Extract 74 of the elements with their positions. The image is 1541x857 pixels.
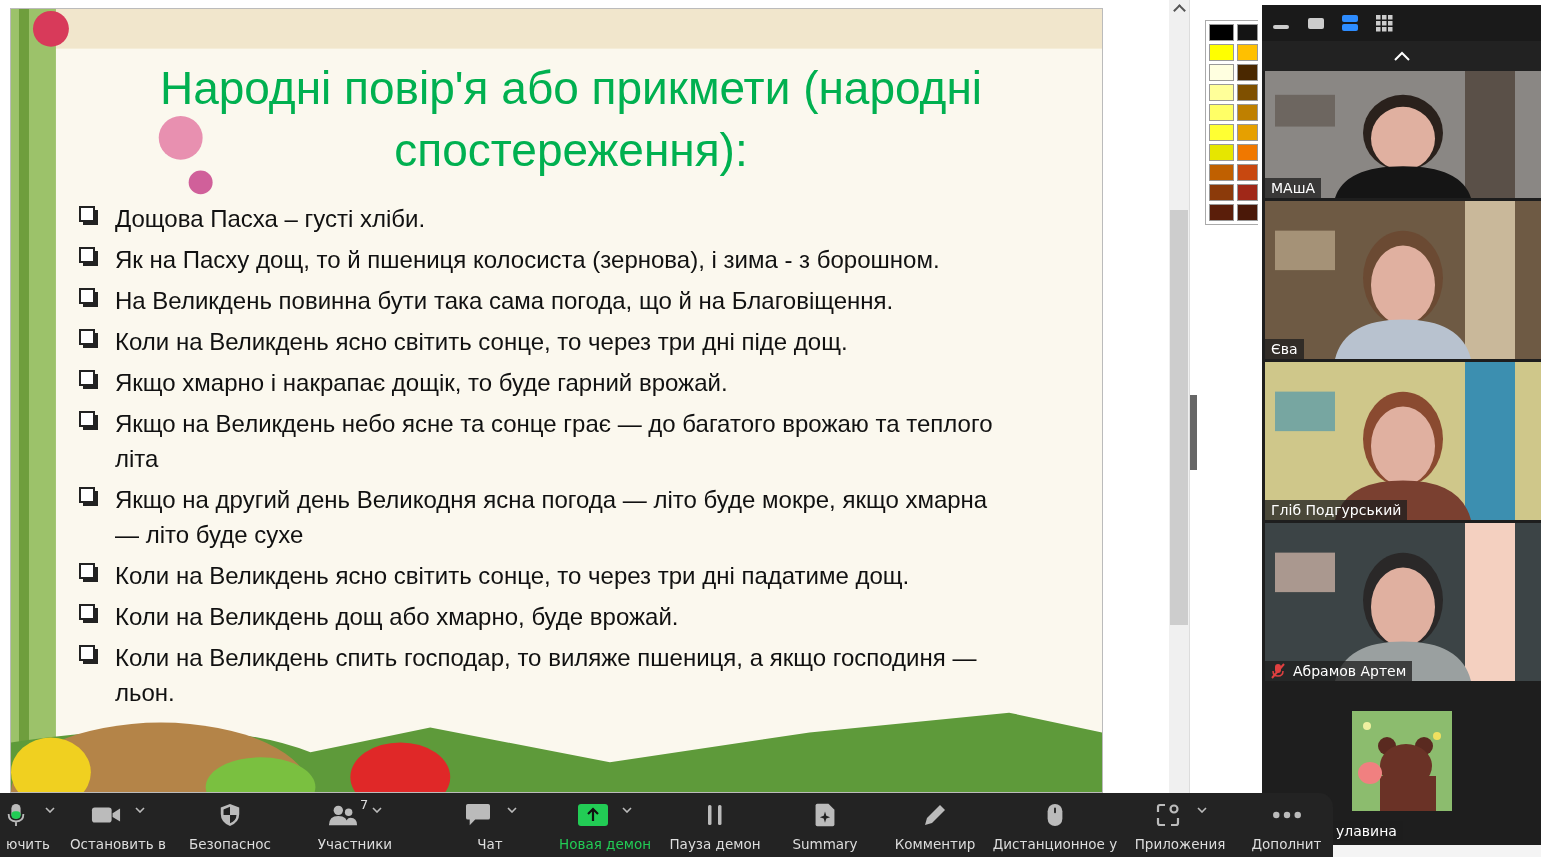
checkbox-bullet-icon [79, 370, 99, 390]
checkbox-bullet-icon [79, 329, 99, 349]
caret-icon[interactable] [135, 807, 145, 813]
color-swatch[interactable] [1209, 204, 1234, 221]
checkbox-bullet-icon [79, 563, 99, 583]
color-swatch[interactable] [1237, 24, 1258, 41]
color-swatch[interactable] [1237, 124, 1258, 141]
participant-name: Гліб Подгурський [1271, 502, 1402, 518]
participant-name: Єва [1271, 341, 1298, 357]
caret-icon[interactable] [1197, 807, 1207, 813]
chat-bubble-icon [463, 803, 493, 827]
color-swatch[interactable] [1209, 124, 1234, 141]
toolbar-button[interactable]: Безопаснос [180, 793, 280, 857]
toolbar-button[interactable]: Остановить в [56, 793, 180, 857]
checkbox-bullet-icon [79, 411, 99, 431]
scrollbar[interactable] [1169, 0, 1189, 793]
checkbox-bullet-icon [79, 247, 99, 267]
checkbox-bullet-icon [79, 487, 99, 507]
bullet-text: Коли на Великдень спить господар, то виляже пшениця, а якщо господиня — льон. [115, 643, 978, 708]
checkbox-bullet-icon [79, 604, 99, 624]
people-icon [328, 803, 358, 827]
bullet-text: Якщо на другий день Великодня ясна погода — літо буде мокре, якщо хмарна — літо буде сухе [115, 485, 989, 550]
color-swatch[interactable] [1209, 164, 1234, 181]
color-swatch[interactable] [1237, 64, 1258, 81]
color-swatch[interactable] [1237, 144, 1258, 161]
caret-icon[interactable] [45, 807, 55, 813]
participant-name: МАшА [1271, 180, 1316, 196]
color-swatch[interactable] [1237, 84, 1258, 101]
checkbox-bullet-icon [79, 206, 99, 226]
bullet-text: Дощова Пасха – густі хліби. [115, 204, 426, 234]
toolbar-button[interactable]: Комментир [880, 793, 990, 857]
toolbar-button[interactable]: Новая демон [550, 793, 660, 857]
bullet-text: Коли на Великдень ясно світить сонце, то через три дні піде дощ. [115, 327, 848, 357]
toolbar-button[interactable]: Дистанционное у [990, 793, 1120, 857]
chevron-up-icon[interactable] [1393, 51, 1410, 61]
participant-count: 7 [360, 797, 369, 812]
grid-view-icon[interactable] [1374, 13, 1394, 33]
toolbar-button[interactable]: Пауза демон [660, 793, 770, 857]
share-screen-icon [578, 804, 608, 826]
toolbar-button[interactable]: Summary [770, 793, 880, 857]
caret-icon[interactable] [372, 807, 382, 813]
toolbar-button[interactable]: 7 Участники [280, 793, 430, 857]
color-swatch[interactable] [1209, 144, 1234, 161]
bullet-text: Коли на Великдень дощ або хмарно, буде врожай. [115, 602, 679, 632]
bullet-text: На Великдень повинна бути така сама погода, що й на Благовіщення. [115, 286, 894, 316]
toolbar-button[interactable]: ючить [0, 793, 56, 857]
color-swatch[interactable] [1209, 84, 1234, 101]
caret-icon[interactable] [622, 807, 632, 813]
toolbar-button[interactable]: Чат [430, 793, 550, 857]
panel-handle[interactable] [1190, 395, 1197, 470]
bullet-text: Як на Пасху дощ, то й пшениця колосиста (зернова), і зима - з борошном. [115, 245, 940, 275]
caret-icon[interactable] [507, 807, 517, 813]
stacked-view-icon[interactable] [1340, 13, 1360, 33]
color-swatch[interactable] [1209, 184, 1234, 201]
participant-name: Абрамов Артем [1293, 663, 1407, 679]
checkbox-bullet-icon [79, 288, 99, 308]
color-swatch[interactable] [1237, 184, 1258, 201]
toolbar-button[interactable]: Приложения [1120, 793, 1240, 857]
bullet-text: Якщо хмарно і накрапає дощік, то буде гарний врожай. [115, 368, 728, 398]
bullet-text: Якщо на Великдень небо ясне та сонце грає — до багатого врожаю та теплого літа [115, 409, 994, 474]
color-swatch[interactable] [1237, 204, 1258, 221]
participant-name: улавина [1336, 823, 1397, 839]
scrollbar-thumb[interactable] [1170, 210, 1188, 625]
color-swatch[interactable] [1209, 24, 1234, 41]
color-swatch[interactable] [1237, 164, 1258, 181]
color-swatch[interactable] [1209, 64, 1234, 81]
checkbox-bullet-icon [79, 645, 99, 665]
color-swatch[interactable] [1237, 44, 1258, 61]
toolbar-button[interactable]: Дополнит [1240, 793, 1333, 857]
color-swatch[interactable] [1209, 104, 1234, 121]
slide-title: Народні повір'я або прикмети (народні спостереження): [158, 61, 984, 178]
bullet-text: Коли на Великдень ясно світить сонце, то через три дні падатиме дощ. [115, 561, 910, 591]
color-swatch[interactable] [1209, 44, 1234, 61]
color-swatch[interactable] [1237, 104, 1258, 121]
